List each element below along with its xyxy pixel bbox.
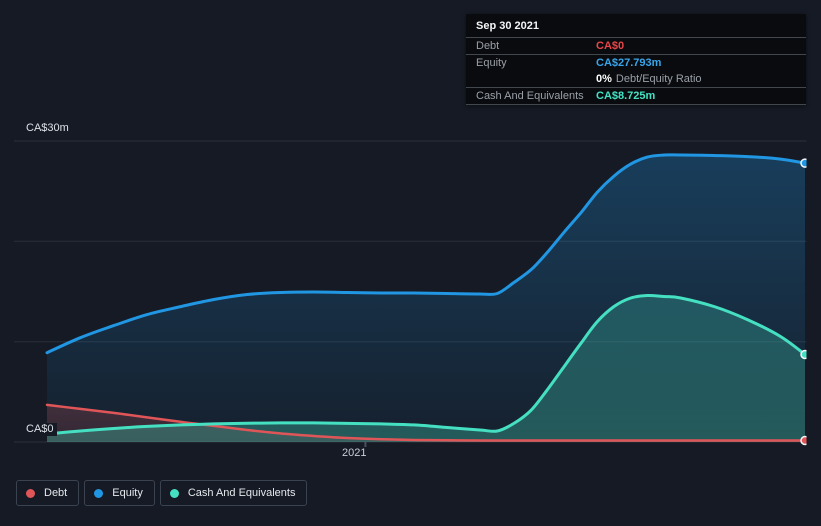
legend-equity-label: Equity — [112, 487, 143, 499]
tooltip-cash-label: Cash And Equivalents — [476, 90, 584, 102]
legend-item-debt[interactable]: Debt — [16, 480, 80, 506]
legend-item-equity[interactable]: Equity — [84, 480, 155, 506]
chart-legend: Debt Equity Cash And Equivalents — [16, 480, 308, 506]
cash-dot-icon — [169, 488, 179, 498]
tooltip-row-ratio: 0% Debt/Equity Ratio — [466, 71, 806, 88]
legend-debt-label: Debt — [44, 487, 68, 499]
tooltip-row-debt: Debt CA$0 — [466, 38, 806, 55]
legend-item-cash[interactable]: Cash And Equivalents — [159, 480, 308, 506]
tooltip-ratio-text: Debt/Equity Ratio — [615, 73, 702, 85]
legend-cash-label: Cash And Equivalents — [187, 487, 296, 499]
tooltip-ratio-value: 0% — [596, 73, 612, 85]
debt-equity-history-panel: CA$30m CA$0 2021 Sep 30 2021 Debt CA$0 E… — [0, 0, 821, 526]
y-axis-label-zero: CA$0 — [26, 423, 57, 436]
debt-dot-icon — [26, 488, 35, 498]
tooltip-debt-value: CA$0 — [596, 40, 625, 52]
y-axis-label-max: CA$30m — [26, 122, 69, 134]
tooltip-equity-value: CA$27.793m — [596, 57, 662, 69]
tooltip-row-equity: Equity CA$27.793m — [466, 55, 806, 71]
cash-endpoint-marker[interactable] — [800, 349, 809, 360]
equity-dot-icon — [94, 488, 104, 498]
equity-endpoint-marker[interactable] — [800, 158, 809, 168]
tooltip-debt-label: Debt — [476, 40, 500, 52]
debt-endpoint-marker[interactable] — [800, 435, 809, 446]
chart-tooltip: Sep 30 2021 Debt CA$0 Equity CA$27.793m … — [466, 14, 806, 105]
tooltip-row-cash: Cash And Equivalents CA$8.725m — [466, 88, 806, 105]
tooltip-equity-label: Equity — [476, 57, 507, 69]
tooltip-date: Sep 30 2021 — [466, 14, 806, 38]
tooltip-cash-value: CA$8.725m — [596, 90, 656, 102]
x-axis-label-2021: 2021 — [342, 447, 367, 459]
